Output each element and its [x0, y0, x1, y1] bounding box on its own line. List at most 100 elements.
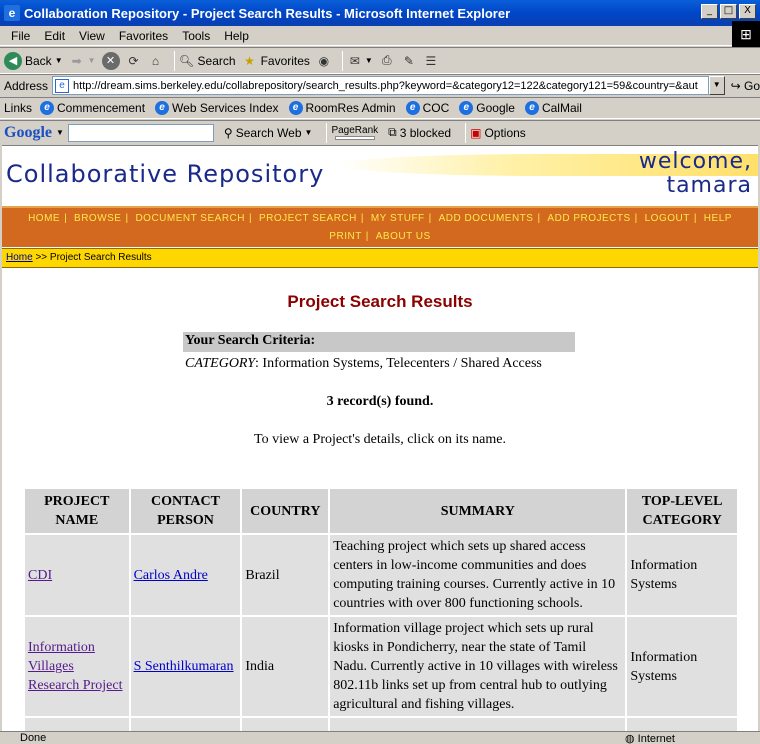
zone-text: Internet — [637, 733, 675, 744]
ie-link-icon: e — [288, 101, 303, 115]
maximize-button[interactable]: □ — [720, 4, 737, 19]
contact-cell: S Senthilkumaran — [130, 617, 241, 716]
summary-cell: Teaching project which sets up shared ac… — [330, 535, 626, 615]
address-input[interactable]: e http://dream.sims.berkeley.edu/collabr… — [52, 76, 709, 95]
column-header: SUMMARY — [330, 489, 626, 533]
category-cell: Information Systems — [627, 617, 737, 716]
project-link[interactable]: CDI — [28, 568, 52, 583]
menu-tools[interactable]: Tools — [182, 29, 210, 43]
results-table: PROJECT NAME CONTACT PERSON COUNTRY SUMM… — [23, 487, 739, 731]
link-label: Google — [476, 101, 515, 115]
home-icon[interactable]: ⌂ — [148, 53, 164, 69]
menu-file[interactable]: File — [11, 29, 30, 43]
nav-browse[interactable]: BROWSE — [70, 213, 125, 224]
status-bar: Done ◍ Internet — [0, 731, 760, 744]
link-coc[interactable]: e COC — [405, 101, 449, 115]
search-web-dropdown-icon[interactable]: ▼ — [305, 128, 313, 137]
nav-add-documents[interactable]: ADD DOCUMENTS — [435, 213, 538, 224]
google-logo-text: Google — [4, 123, 52, 141]
print-icon[interactable]: ⎙ — [379, 53, 395, 69]
country-cell — [242, 718, 329, 731]
windows-logo-icon: ⊞ — [732, 21, 760, 48]
link-web-services-index[interactable]: e Web Services Index — [155, 101, 279, 115]
link-roomres-admin[interactable]: e RoomRes Admin — [288, 101, 396, 115]
project-link[interactable]: Information Villages Research Project — [28, 640, 122, 693]
link-calmail[interactable]: e CalMail — [524, 101, 582, 115]
address-dropdown-icon[interactable]: ▼ — [708, 76, 725, 95]
window-controls: _ □ X — [701, 4, 756, 19]
stop-icon[interactable]: ✕ — [101, 51, 120, 70]
criteria-text: : Information Systems, Telecenters / Sha… — [255, 356, 542, 371]
nav-my-stuff[interactable]: MY STUFF — [367, 213, 429, 224]
contact-link[interactable]: S Senthilkumaran — [134, 659, 234, 674]
back-dropdown-icon[interactable]: ▼ — [55, 56, 63, 65]
page-viewport[interactable]: Collaborative Repository welcome, tamara… — [2, 145, 758, 731]
nav-document-search[interactable]: DOCUMENT SEARCH — [131, 213, 249, 224]
options-icon: ▣ — [470, 125, 482, 140]
back-button[interactable]: ◀ Back ▼ — [4, 51, 63, 70]
nav-divider: | — [365, 231, 369, 242]
nav-about-us[interactable]: ABOUT US — [372, 231, 435, 242]
links-bar: Links e Commencement e Web Services Index … — [0, 97, 760, 119]
refresh-icon[interactable]: ⟳ — [126, 53, 142, 69]
menu-help[interactable]: Help — [224, 29, 249, 43]
nav-home[interactable]: HOME — [24, 213, 64, 224]
link-google[interactable]: e Google — [459, 101, 515, 115]
google-search-input[interactable] — [67, 123, 214, 142]
breadcrumb-home-link[interactable]: Home — [6, 252, 33, 263]
breadcrumb: Home >> Project Search Results — [2, 248, 758, 268]
page-title: Project Search Results — [287, 292, 473, 311]
category-cell — [627, 718, 737, 731]
favorites-star-icon: ★ — [244, 53, 255, 68]
forward-button[interactable]: ➡ ▼ — [69, 53, 96, 69]
nav-divider: | — [693, 213, 697, 224]
popup-blocker-button[interactable]: ⧉ 3 blocked — [388, 125, 451, 140]
options-button[interactable]: ▣ Options — [470, 126, 526, 140]
forward-dropdown-icon[interactable]: ▼ — [88, 56, 96, 65]
window-title-bar: e Collaboration Repository - Project Sea… — [0, 0, 760, 26]
welcome-user: tamara — [666, 173, 752, 198]
favorites-button[interactable]: ★ Favorites — [242, 53, 310, 69]
google-logo[interactable]: Google — [4, 124, 52, 142]
links-label: Links — [4, 101, 33, 115]
address-label: Address — [4, 78, 49, 93]
edit-icon[interactable]: ✎ — [401, 53, 417, 69]
discuss-icon[interactable]: ☰ — [423, 53, 439, 69]
ie-app-icon: e — [4, 5, 20, 21]
summary-cell: Information village project which sets u… — [330, 617, 626, 716]
toolbar-separator — [341, 50, 343, 71]
mail-dropdown-icon[interactable]: ▼ — [365, 56, 373, 65]
nav-print[interactable]: PRINT — [325, 231, 366, 242]
menu-view[interactable]: View — [79, 29, 105, 43]
nav-help[interactable]: HELP — [700, 213, 736, 224]
nav-project-search[interactable]: PROJECT SEARCH — [255, 213, 361, 224]
search-web-button[interactable]: ⚲ Search Web ▼ — [224, 126, 313, 140]
criteria-title: Your Search Criteria: — [183, 332, 575, 352]
contact-link[interactable]: Carlos Andre — [134, 568, 208, 583]
link-commencement[interactable]: e Commencement — [40, 101, 145, 115]
nav-divider: | — [64, 213, 67, 224]
nav-divider: | — [125, 213, 129, 224]
media-icon[interactable]: ◉ — [316, 53, 332, 69]
mail-icon[interactable]: ✉ — [347, 53, 363, 69]
criteria-label: CATEGORY — [185, 356, 256, 371]
back-arrow-icon: ◀ — [4, 51, 22, 70]
menu-edit[interactable]: Edit — [44, 29, 65, 43]
nav-divider: | — [248, 213, 252, 224]
address-bar: Address e http://dream.sims.berkeley.edu… — [0, 74, 760, 96]
pagerank-indicator[interactable]: PageRank — [331, 125, 378, 140]
menu-favorites[interactable]: Favorites — [119, 29, 168, 43]
close-button[interactable]: X — [739, 4, 756, 19]
go-button[interactable]: ↪ Go — [731, 79, 760, 93]
ie-link-icon: e — [155, 101, 170, 115]
minimize-button[interactable]: _ — [701, 4, 718, 19]
breadcrumb-current: >> Project Search Results — [32, 252, 152, 263]
status-text: Done — [20, 732, 47, 744]
google-menu-dropdown-icon[interactable]: ▼ — [56, 128, 64, 137]
country-cell: India — [242, 617, 329, 716]
nav-add-projects[interactable]: ADD PROJECTS — [543, 213, 634, 224]
nav-logout[interactable]: LOGOUT — [641, 213, 694, 224]
search-button[interactable]: 🔍︎ Search — [179, 53, 236, 69]
binoculars-icon: ⚲ — [223, 125, 233, 140]
nav-divider: | — [634, 213, 638, 224]
